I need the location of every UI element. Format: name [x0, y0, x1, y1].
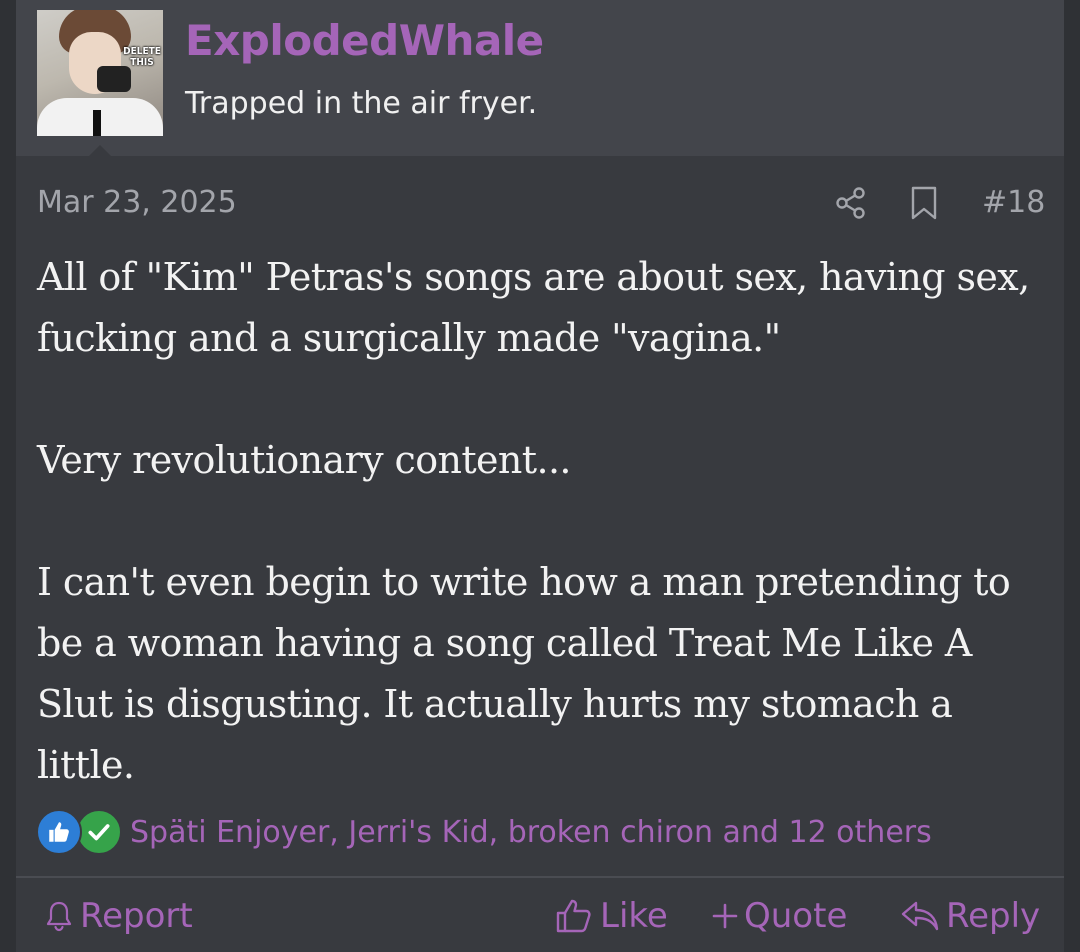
footer-divider — [16, 876, 1064, 878]
post-number-link[interactable]: #18 — [982, 185, 1045, 220]
quote-button[interactable]: Quote — [712, 890, 847, 942]
report-button[interactable]: Report — [44, 890, 193, 942]
avatar-tie — [93, 110, 101, 136]
thumbs-up-icon — [36, 809, 82, 855]
like-label: Like — [600, 896, 668, 936]
like-button[interactable]: Like — [554, 890, 668, 942]
username-link[interactable]: ExplodedWhale — [185, 16, 544, 65]
plus-icon — [712, 903, 738, 929]
post-paragraph: All of "Kim" Petras's songs are about se… — [37, 255, 1030, 360]
reply-button[interactable]: Reply — [900, 890, 1040, 942]
post-date-link[interactable]: Mar 23, 2025 — [37, 185, 237, 220]
thumbs-up-outline-icon — [556, 899, 591, 933]
post-body: All of "Kim" Petras's songs are about se… — [37, 247, 1047, 796]
quote-label: Quote — [744, 896, 848, 936]
bookmark-icon[interactable] — [909, 186, 939, 220]
header-pointer — [88, 145, 112, 157]
checkmark-icon — [76, 809, 122, 855]
reactions-summary-link[interactable]: Späti Enjoyer, Jerri's Kid, broken chiro… — [130, 815, 932, 850]
share-icon[interactable] — [834, 186, 868, 220]
reply-label: Reply — [946, 896, 1041, 936]
avatar[interactable]: DELETE THIS — [37, 10, 163, 136]
avatar-camera — [97, 66, 131, 92]
post-container: DELETE THIS ExplodedWhale Trapped in the… — [16, 0, 1064, 952]
reactions-bar[interactable]: Späti Enjoyer, Jerri's Kid, broken chiro… — [36, 808, 932, 856]
post-paragraph: Very revolutionary content... — [37, 438, 572, 482]
post-paragraph: I can't even begin to write how a man pr… — [37, 560, 1011, 787]
report-label: Report — [80, 896, 193, 936]
user-title: Trapped in the air fryer. — [185, 86, 538, 121]
bell-icon — [46, 901, 72, 932]
reply-icon — [901, 901, 939, 931]
user-header: DELETE THIS ExplodedWhale Trapped in the… — [16, 0, 1064, 156]
avatar-caption: DELETE THIS — [123, 46, 161, 68]
